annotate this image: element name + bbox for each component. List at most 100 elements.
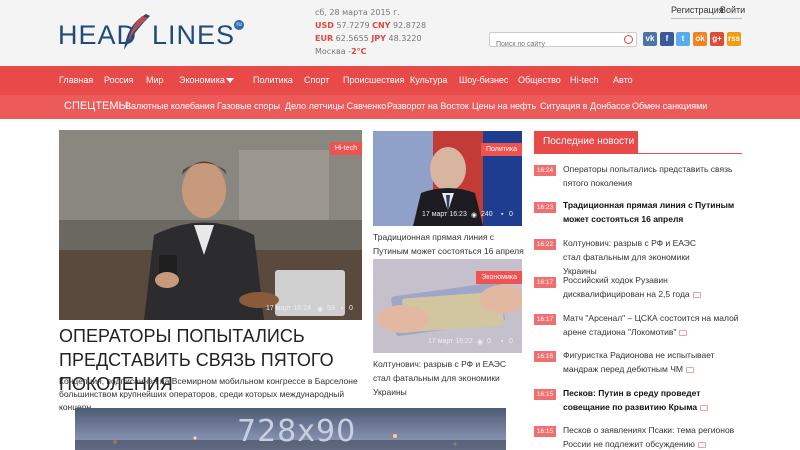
- news-item[interactable]: Колтунович: разрыв с РФ и ЕАЭС стал фата…: [563, 236, 713, 278]
- news-title: Российский ходок Рузавин дисквалифициров…: [563, 275, 690, 299]
- nav-item-home[interactable]: Главная: [59, 75, 93, 85]
- logo-badge: ru: [234, 20, 244, 30]
- news-time: 16:16: [534, 351, 556, 362]
- rate-value: 62.5655: [335, 34, 369, 43]
- nav-item-politics[interactable]: Политика: [253, 75, 293, 85]
- side-story-title[interactable]: Колтунович: разрыв с РФ и ЕАЭС стал фата…: [373, 357, 525, 399]
- weather-city: Москва -: [315, 47, 352, 56]
- topic-link[interactable]: Разворот на Восток: [387, 101, 469, 111]
- news-title: Традиционная прямая линия с Путиным може…: [563, 200, 735, 224]
- header-info: сб, 28 марта 2015 г. USD 57.7279 CNY 92.…: [315, 6, 426, 58]
- rates-row-2: EUR 62.5655 JPY 48.3220: [315, 32, 426, 45]
- news-item[interactable]: Традиционная прямая линия с Путиным може…: [563, 198, 743, 226]
- nav-item-showbiz[interactable]: Шоу-бизнес: [459, 75, 508, 85]
- news-item[interactable]: Операторы попытались представить связь п…: [563, 162, 743, 190]
- news-title: Песков о заявлениях Псаки: тема регионов…: [563, 425, 735, 449]
- ad-banner[interactable]: 728x90: [75, 408, 506, 450]
- nav-item-incidents[interactable]: Происшествия: [343, 75, 405, 85]
- news-item[interactable]: Песков о заявлениях Псаки: тема регионов…: [563, 423, 738, 450]
- rate-value: 57.7279: [336, 21, 370, 30]
- nav-item-sport[interactable]: Спорт: [304, 75, 329, 85]
- views-count: 0: [487, 338, 491, 345]
- video-icon: [697, 441, 706, 448]
- rss-icon[interactable]: rss: [727, 32, 741, 46]
- main-nav: Главная Россия Мир Экономика Политика Сп…: [0, 66, 800, 95]
- nav-item-world[interactable]: Мир: [146, 75, 164, 85]
- category-tag[interactable]: Политика: [481, 143, 522, 156]
- video-icon: [679, 329, 688, 336]
- news-item[interactable]: Российский ходок Рузавин дисквалифициров…: [563, 273, 748, 301]
- nav-item-society[interactable]: Общество: [518, 75, 561, 85]
- current-date: сб, 28 марта 2015 г.: [315, 8, 400, 17]
- topic-link[interactable]: Газовые споры: [217, 101, 280, 111]
- topic-link[interactable]: Ситуация в Донбассе: [540, 101, 630, 111]
- search-input[interactable]: [490, 38, 616, 51]
- topic-link[interactable]: Цены на нефть: [472, 101, 536, 111]
- site-logo[interactable]: HEAD LINES ru: [58, 14, 248, 54]
- story-date: 17 март 16:22: [428, 338, 473, 345]
- login-link[interactable]: Войти: [720, 5, 745, 15]
- side-story-photo[interactable]: Политика 17 март 16:23 ◉ 240 ▪ 0: [373, 131, 522, 226]
- rate-value: 48.3220: [388, 34, 422, 43]
- twitter-icon[interactable]: t: [676, 32, 690, 46]
- camera-icon: [692, 291, 701, 298]
- nav-item-hitech[interactable]: Hi-tech: [570, 75, 599, 85]
- news-title: Операторы попытались представить связь п…: [563, 164, 733, 188]
- vk-icon[interactable]: vk: [643, 32, 657, 46]
- views-count: 53: [327, 305, 335, 312]
- news-time: 16:15: [534, 389, 556, 400]
- nav-item-culture[interactable]: Культура: [410, 75, 447, 85]
- nav-item-auto[interactable]: Авто: [613, 75, 633, 85]
- comments-count: 0: [509, 211, 513, 218]
- topic-link[interactable]: Валютные колебания: [125, 101, 215, 111]
- comments-count: 0: [349, 305, 353, 312]
- comments-count: 0: [509, 338, 513, 345]
- chevron-down-icon[interactable]: [226, 78, 234, 83]
- main-story-photo[interactable]: Hi-tech 17 март 16:24 ◉ 53 ▪ 0: [59, 130, 362, 320]
- eye-icon: ◉: [317, 306, 324, 313]
- news-time: 16:15: [534, 426, 556, 437]
- weather-temp: 2°C: [351, 47, 367, 56]
- category-tag[interactable]: Hi-tech: [329, 142, 362, 155]
- search-icon[interactable]: [624, 35, 633, 44]
- news-time: 16:22: [534, 239, 556, 250]
- facebook-icon[interactable]: f: [660, 32, 674, 46]
- rates-row-1: USD 57.7279 CNY 92.8728: [315, 19, 426, 32]
- latest-news-heading: Последние новости: [534, 131, 638, 153]
- news-item[interactable]: Песков: Путин в среду проведет совещание…: [563, 386, 748, 414]
- rate-code: USD: [315, 21, 334, 30]
- rate-code: JPY: [371, 34, 386, 43]
- comment-icon: ▪: [341, 305, 344, 312]
- video-icon: [685, 366, 694, 373]
- register-link[interactable]: Регистрация: [671, 5, 724, 15]
- story-date: 17 март 16:24: [266, 305, 311, 312]
- side-story-title[interactable]: Традиционная прямая линия с Путиным може…: [373, 230, 525, 258]
- category-tag[interactable]: Экономика: [476, 271, 522, 284]
- comment-icon: ▪: [501, 211, 504, 218]
- search-box: [489, 32, 637, 51]
- nav-item-economy[interactable]: Экономика: [179, 75, 225, 85]
- auth-divider: [671, 18, 742, 19]
- side-story-photo[interactable]: Экономика 17 март 16:22 ◉ 0 ▪ 0: [373, 259, 522, 353]
- site-header: HEAD LINES ru сб, 28 марта 2015 г. USD 5…: [0, 0, 800, 66]
- news-item[interactable]: Матч "Арсенал" – ЦСКА состоится на малой…: [563, 311, 743, 339]
- nav-item-russia[interactable]: Россия: [104, 75, 134, 85]
- news-time: 16:17: [534, 314, 556, 325]
- story-date: 17 март 16:23: [422, 211, 467, 218]
- googleplus-icon[interactable]: g+: [710, 32, 724, 46]
- comment-icon: ▪: [501, 338, 504, 345]
- main-story-image: [59, 130, 362, 320]
- camera-icon: [700, 404, 709, 411]
- odnoklassniki-icon[interactable]: ok: [693, 32, 707, 46]
- ad-label: 728x90: [237, 414, 357, 449]
- logo-text-right: LINES: [152, 20, 236, 50]
- news-title: Матч "Арсенал" – ЦСКА состоится на малой…: [563, 313, 739, 337]
- news-item[interactable]: Фигуристка Радионова не испытывает мандр…: [563, 348, 748, 376]
- topic-link[interactable]: Обмен санкциями: [632, 101, 707, 111]
- rate-code: CNY: [372, 21, 391, 30]
- rate-value: 92.8728: [393, 21, 427, 30]
- news-time: 16:24: [534, 165, 556, 176]
- rate-code: EUR: [315, 34, 334, 43]
- logo-swoosh-icon: [124, 14, 150, 50]
- topic-link[interactable]: Дело летчицы Савченко: [285, 101, 386, 111]
